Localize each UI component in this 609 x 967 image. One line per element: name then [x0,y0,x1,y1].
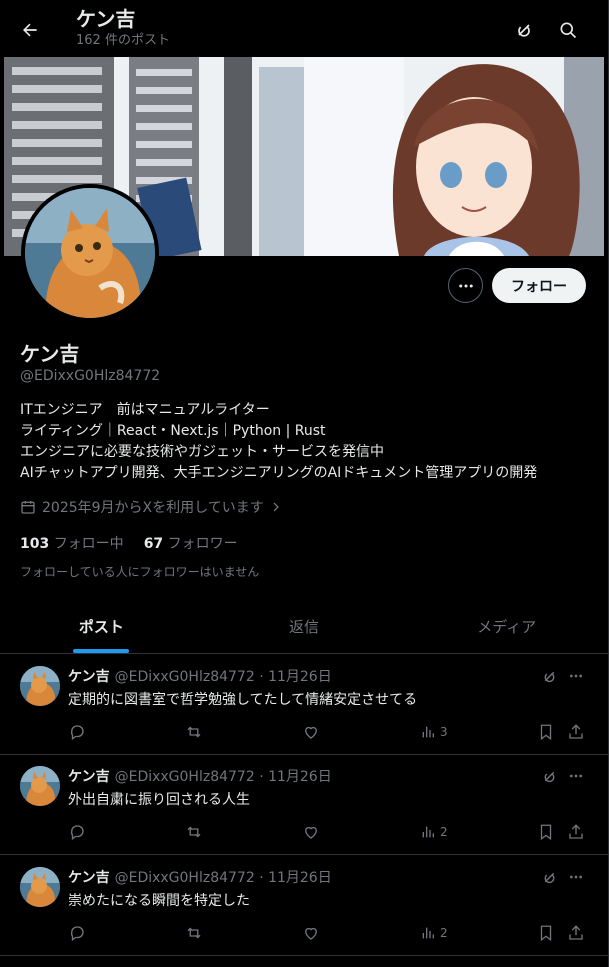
tweet-meta: @EDixxG0Hlz84772 · 11月26日 [114,669,332,685]
tweet-avatar[interactable] [20,867,60,907]
followers-link[interactable]: 67 フォロワー [144,533,238,553]
like-icon[interactable] [302,722,320,742]
following-link[interactable]: 103 フォロー中 [20,533,124,553]
tab-label: 返信 [289,618,320,636]
tweet-header: ケン吉 @EDixxG0Hlz84772 · 11月26日 [68,666,332,686]
views-stat[interactable]: 2 [420,822,448,842]
tweet-text: 定期的に図書室で哲学勉強してたして情緒安定させてる [68,692,418,708]
reply-icon[interactable] [68,722,86,742]
share-icon[interactable] [567,923,585,943]
views-icon [422,826,434,838]
tweet-author-name[interactable]: ケン吉 [68,766,110,786]
tweet-meta: @EDixxG0Hlz84772 · 11月26日 [114,870,332,886]
tweet[interactable]: ケン吉 @EDixxG0Hlz84772 · 11月26日 定期的に図書室で哲学… [0,654,608,755]
calendar-icon [21,501,35,514]
tweet-text: 崇めたになる瞬間を特定した [68,893,250,909]
bookmark-icon[interactable] [537,923,555,943]
grok-icon[interactable] [510,16,538,44]
header-title-group: ケン吉 162 件のポスト [76,6,170,50]
follow-button[interactable]: フォロー [492,268,586,303]
profile-name: ケン吉 [20,342,80,366]
repost-icon[interactable] [185,822,203,842]
tweet[interactable]: ケン吉 @EDixxG0Hlz84772 · 11月26日 崇めたになる瞬間を特… [0,855,608,956]
tweet-meta: @EDixxG0Hlz84772 · 11月26日 [114,769,332,785]
more-dots-icon[interactable] [566,867,586,887]
tweet[interactable]: ケン吉 @EDixxG0Hlz84772 · 11月26日 外出自粛に振り回され… [0,754,608,855]
tweet-avatar[interactable] [20,766,60,806]
views-stat[interactable]: 3 [420,722,448,742]
following-label: フォロー中 [53,536,124,552]
more-dots-icon[interactable] [566,666,586,686]
profile-tabs: ポスト 返信 メディア [0,600,608,654]
grok-icon[interactable] [539,666,559,686]
profile-page: ケン吉 162 件のポスト フォロー ケン吉 @EDixxG0Hlz84772 … [0,0,609,967]
tab-label: ポスト [78,618,124,636]
bio-line: ライティング｜React・Next.js｜Python | Rust [20,423,326,439]
profile-handle: @EDixxG0Hlz84772 [20,368,161,384]
page-title: ケン吉 [76,7,136,31]
views-count: 2 [440,825,448,839]
joined-date[interactable]: 2025年9月からXを利用しています [20,497,282,517]
tab-media[interactable]: メディア [405,600,608,653]
reply-icon[interactable] [68,923,86,943]
tweet-header: ケン吉 @EDixxG0Hlz84772 · 11月26日 [68,867,332,887]
profile-avatar[interactable] [21,184,159,322]
views-icon [422,927,434,939]
chevron-right-icon [273,502,279,512]
repost-icon[interactable] [185,722,203,742]
more-options-button[interactable] [448,268,483,303]
top-bar: ケン吉 162 件のポスト [0,0,609,56]
joined-text: 2025年9月からXを利用しています [42,500,264,516]
followers-count: 67 [143,536,164,552]
views-stat[interactable]: 2 [420,923,448,943]
share-icon[interactable] [567,822,585,842]
grok-icon[interactable] [539,867,559,887]
more-dots-icon[interactable] [566,766,586,786]
tab-label: メディア [477,618,537,636]
tweet-text: 外出自粛に振り回される人生 [68,792,250,808]
grok-icon[interactable] [539,766,559,786]
followers-label: フォロワー [167,536,238,552]
bookmark-icon[interactable] [537,722,555,742]
active-tab-indicator [73,649,130,653]
post-count: 162 件のポスト [76,33,170,48]
back-arrow-icon[interactable] [16,16,44,44]
search-icon[interactable] [554,16,582,44]
more-dots-icon [458,284,473,287]
share-icon[interactable] [567,722,585,742]
bio-line: AIチャットアプリ開発、大手エンジニアリングのAIドキュメント管理アプリの開発 [20,465,538,481]
repost-icon[interactable] [185,923,203,943]
followers-notice: フォローしている人にフォロワーはいません [20,565,260,579]
tweet-author-name[interactable]: ケン吉 [68,666,110,686]
following-count: 103 [20,536,50,552]
views-count: 3 [440,725,448,739]
tab-replies[interactable]: 返信 [203,600,406,653]
views-icon [422,726,434,738]
reply-icon[interactable] [68,822,86,842]
profile-bio: ITエンジニア 前はマニュアルライターライティング｜React・Next.js｜… [20,400,537,484]
views-count: 2 [440,926,448,940]
bookmark-icon[interactable] [537,822,555,842]
tweet-author-name[interactable]: ケン吉 [68,867,110,887]
bio-line: ITエンジニア 前はマニュアルライター [20,402,270,418]
like-icon[interactable] [302,923,320,943]
tab-posts[interactable]: ポスト [0,600,203,653]
like-icon[interactable] [302,822,320,842]
bio-line: エンジニアに必要な技術やガジェット・サービスを発信中 [20,444,384,460]
tweet-header: ケン吉 @EDixxG0Hlz84772 · 11月26日 [68,766,332,786]
follow-counts: 103 フォロー中 67 フォロワー [20,533,238,553]
tweet-avatar[interactable] [20,666,60,706]
